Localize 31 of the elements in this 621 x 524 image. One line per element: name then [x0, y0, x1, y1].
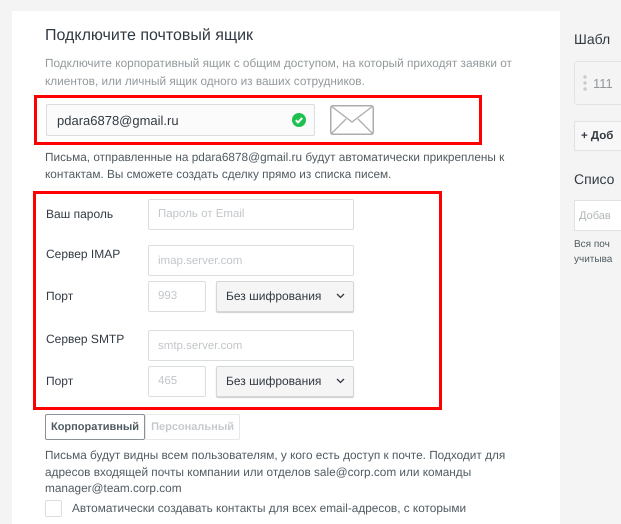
email-address-input[interactable]: pdara6878@gmail.ru [46, 104, 315, 136]
caret-icon [336, 293, 345, 299]
field-label: Сервер SMTP [46, 332, 126, 346]
port-field[interactable]: 993 [148, 280, 206, 312]
field-label: Ваш пароль [46, 207, 114, 221]
field-label: Сервер IMAP [46, 246, 122, 260]
password-field[interactable]: Пароль от Email [148, 198, 354, 230]
field-label: Порт [46, 374, 74, 388]
list-note: учитыва [574, 253, 612, 267]
encryption-dropdown[interactable]: Без шифрования [216, 366, 354, 396]
drag-handle-icon [583, 75, 587, 91]
mode-tab[interactable]: Корпоративный [45, 414, 146, 440]
list-note: Вся поч [574, 238, 610, 252]
encryption-dropdown[interactable]: Без шифрования [216, 280, 354, 312]
section-title: Подключите почтовый ящик [45, 27, 254, 45]
list-field[interactable]: Добав [574, 200, 621, 231]
template-name: 111 [593, 76, 613, 90]
section-description: Подключите корпоративный ящик с общим доступом, на который приходят заявки от клиентов, или личный ящик одного из ваших сотрудников. [45, 55, 513, 90]
envelope-icon [330, 105, 374, 135]
mode-description: Письма будут видны всем пользователям, у кого есть доступ к почте. Подходит для адресов входящей почты компании или отделов sale@corp.com или команды manager@team.corp.com [45, 447, 506, 496]
checkbox[interactable] [45, 500, 62, 516]
section-title: Шабл [574, 30, 610, 49]
field-label: Порт [46, 289, 74, 303]
section-title: Списо [574, 170, 614, 189]
server-field[interactable]: smtp.server.com [148, 330, 354, 361]
port-field[interactable]: 465 [148, 366, 206, 396]
checkbox-label: Автоматически создавать контакты для всех email-адресов, с которыми [72, 501, 466, 515]
email-note: Письма, отправленные на pdara6878@gmail.ru будут автоматически прикреплены к контактам. Вы сможете создать сделку прямо из списка писем. [45, 149, 506, 183]
add-button[interactable]: + Доб [574, 121, 621, 151]
caret-icon [336, 378, 345, 384]
server-field[interactable]: imap.server.com [148, 245, 354, 276]
